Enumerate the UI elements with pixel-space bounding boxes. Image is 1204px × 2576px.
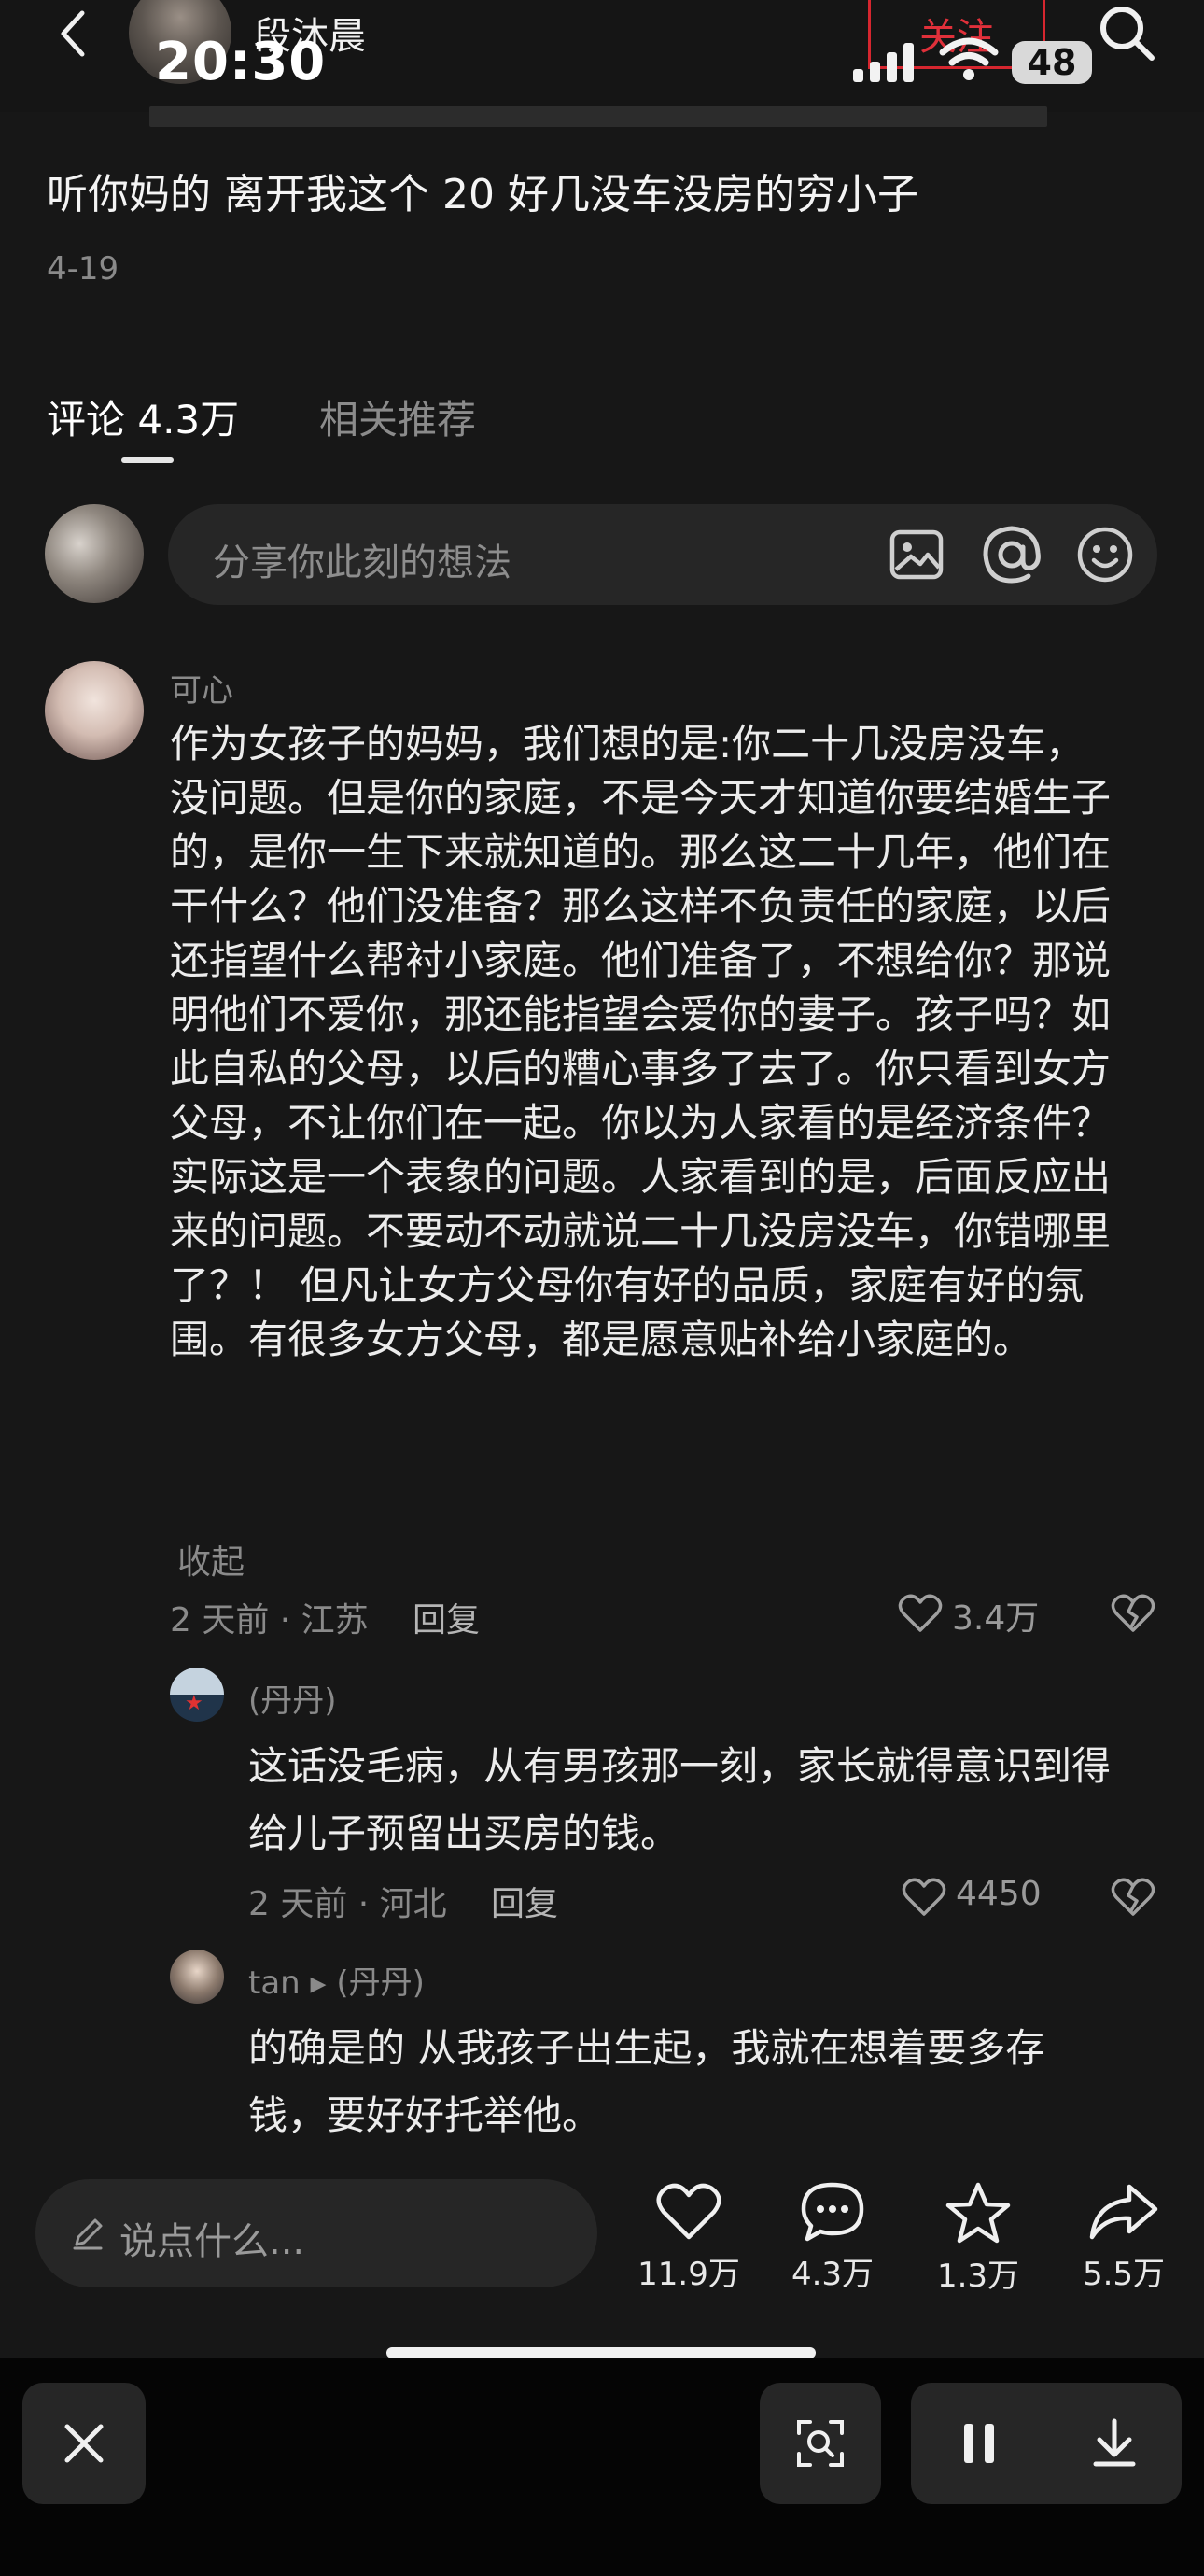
reply-avatar[interactable]: ★ [170, 1668, 224, 1722]
image-icon[interactable] [889, 527, 945, 583]
heart-icon[interactable] [902, 1877, 946, 1918]
pause-icon [963, 2424, 994, 2463]
reply-text: 的确是的 从我孩子出生起，我就在想着要多存 钱，要好好托举他。 [248, 2015, 1044, 2149]
star-badge-icon: ★ [185, 1692, 203, 1715]
reply-author-name[interactable]: tan ▸ (丹丹) [248, 1957, 425, 2003]
heart-icon [656, 2183, 721, 2240]
visual-search-button[interactable] [760, 2383, 881, 2504]
video-preview-strip[interactable] [149, 106, 1047, 127]
comment-line: 还指望什么帮衬小家庭。他们准备了，不想给你？那说 [170, 937, 1112, 983]
comment-line: 围。有很多女方父母，都是愿意贴补给小家庭的。 [170, 1316, 1033, 1362]
favorite-count: 1.3万 [936, 2258, 1020, 2295]
reply-line: 钱，要好好托举他。 [248, 2092, 602, 2138]
share-arrow-icon [1089, 2184, 1158, 2240]
post-title: 听你妈的 离开我这个 20 好几没车没房的穷小子 [47, 171, 918, 218]
comment-line: 干什么？他们没准备？那么这样不负责任的家庭，以后 [170, 883, 1112, 929]
mention-icon[interactable] [980, 523, 1043, 586]
comment-line: 没问题。但是你的家庭，不是今天才知道你要结婚生子 [170, 775, 1112, 821]
broken-heart-icon[interactable] [1111, 1877, 1155, 1918]
search-icon [1100, 7, 1155, 61]
like-count: 3.4万 [952, 1599, 1040, 1638]
reply-text: 这话没毛病，从有男孩那一刻，家长就得意识到得 给儿子预留出买房的钱。 [248, 1733, 1111, 1867]
reply-line: 给儿子预留出买房的钱。 [248, 1810, 680, 1856]
reply-button[interactable]: 回复 [413, 1593, 480, 1641]
like-button[interactable]: 11.9万 [623, 2181, 754, 2294]
comment-button[interactable]: 4.3万 [767, 2181, 898, 2294]
tab-comments[interactable]: 评论 4.3万 [47, 388, 239, 445]
battery-icon: 48 [1012, 41, 1092, 84]
pause-button[interactable] [911, 2383, 1046, 2504]
comment-input[interactable]: 分享你此刻的想法 [168, 504, 1157, 605]
reply-avatar[interactable] [170, 1950, 224, 2004]
signal-icon [853, 43, 914, 82]
share-count: 5.5万 [1082, 2256, 1166, 2293]
close-button[interactable] [22, 2383, 146, 2504]
comment-line: 了？！ 但凡让女方父母你有好的品质，家庭有好的氛 [170, 1262, 1085, 1308]
like-count: 4450 [956, 1875, 1042, 1913]
my-avatar [45, 504, 144, 603]
reply-button[interactable]: 回复 [491, 1877, 558, 1925]
star-icon [945, 2182, 1011, 2244]
post-date: 4-19 [47, 250, 119, 288]
broken-heart-icon[interactable] [1111, 1593, 1155, 1634]
download-icon [1093, 2418, 1135, 2467]
comment-line: 实际这是一个表象的问题。人家看到的是，后面反应出 [170, 1154, 1112, 1200]
tab-active-indicator [121, 457, 174, 463]
comment-line: 父母，不让你们在一起。你以为人家看的是经济条件？ [170, 1100, 1112, 1146]
comment-line: 的，是你一生下来就知道的。那么这二十几年，他们在 [170, 829, 1112, 875]
status-time: 20:30 [155, 32, 327, 92]
home-indicator[interactable] [386, 2347, 816, 2358]
wifi-icon [939, 37, 999, 80]
say-something-input[interactable]: 说点什么... [35, 2179, 597, 2287]
comment-count: 4.3万 [791, 2256, 875, 2293]
commenter-name[interactable]: 可心 [170, 665, 233, 711]
comment-line: 来的问题。不要动不动就说二十几没房没车，你错哪里 [170, 1208, 1112, 1254]
comment-line: 此自私的父母，以后的糟心事多了去了。你只看到女方 [170, 1046, 1112, 1091]
back-button[interactable] [49, 7, 101, 60]
comment-line: 作为女孩子的妈妈，我们想的是:你二十几没房没车， [170, 721, 1085, 767]
comment-bubble-icon [801, 2182, 864, 2242]
share-button[interactable]: 5.5万 [1058, 2181, 1189, 2294]
tab-related[interactable]: 相关推荐 [319, 388, 476, 445]
reply-author-name[interactable]: (丹丹) [248, 1675, 337, 1721]
download-button[interactable] [1046, 2383, 1182, 2504]
reply-line: 这话没毛病，从有男孩那一刻，家长就得意识到得 [248, 1743, 1112, 1789]
reply-line: 的确是的 从我孩子出生起，我就在想着要多存 [248, 2025, 1045, 2071]
lens-icon [797, 2420, 844, 2467]
close-icon [64, 2424, 104, 2463]
say-something-placeholder: 说点什么... [119, 2220, 305, 2263]
reply-meta: 2 天前 · 河北 [248, 1885, 447, 1923]
comment-text: 作为女孩子的妈妈，我们想的是:你二十几没房没车， 没问题。但是你的家庭，不是今天… [170, 717, 1169, 1367]
heart-icon[interactable] [898, 1593, 943, 1634]
comment-meta: 2 天前 · 江苏 [170, 1601, 369, 1640]
pencil-icon [73, 2218, 103, 2250]
comment-input-placeholder: 分享你此刻的想法 [213, 542, 511, 584]
comment-line: 明他们不爱你，那还能指望会爱你的妻子。孩子吗？如 [170, 992, 1112, 1037]
like-count: 11.9万 [637, 2256, 740, 2293]
media-controls [911, 2383, 1182, 2504]
commenter-avatar[interactable] [45, 661, 144, 760]
favorite-button[interactable]: 1.3万 [913, 2181, 1043, 2296]
emoji-icon[interactable] [1075, 525, 1135, 584]
chevron-left-icon [61, 10, 85, 57]
search-button[interactable] [1094, 0, 1161, 67]
collapse-button[interactable]: 收起 [177, 1535, 245, 1584]
